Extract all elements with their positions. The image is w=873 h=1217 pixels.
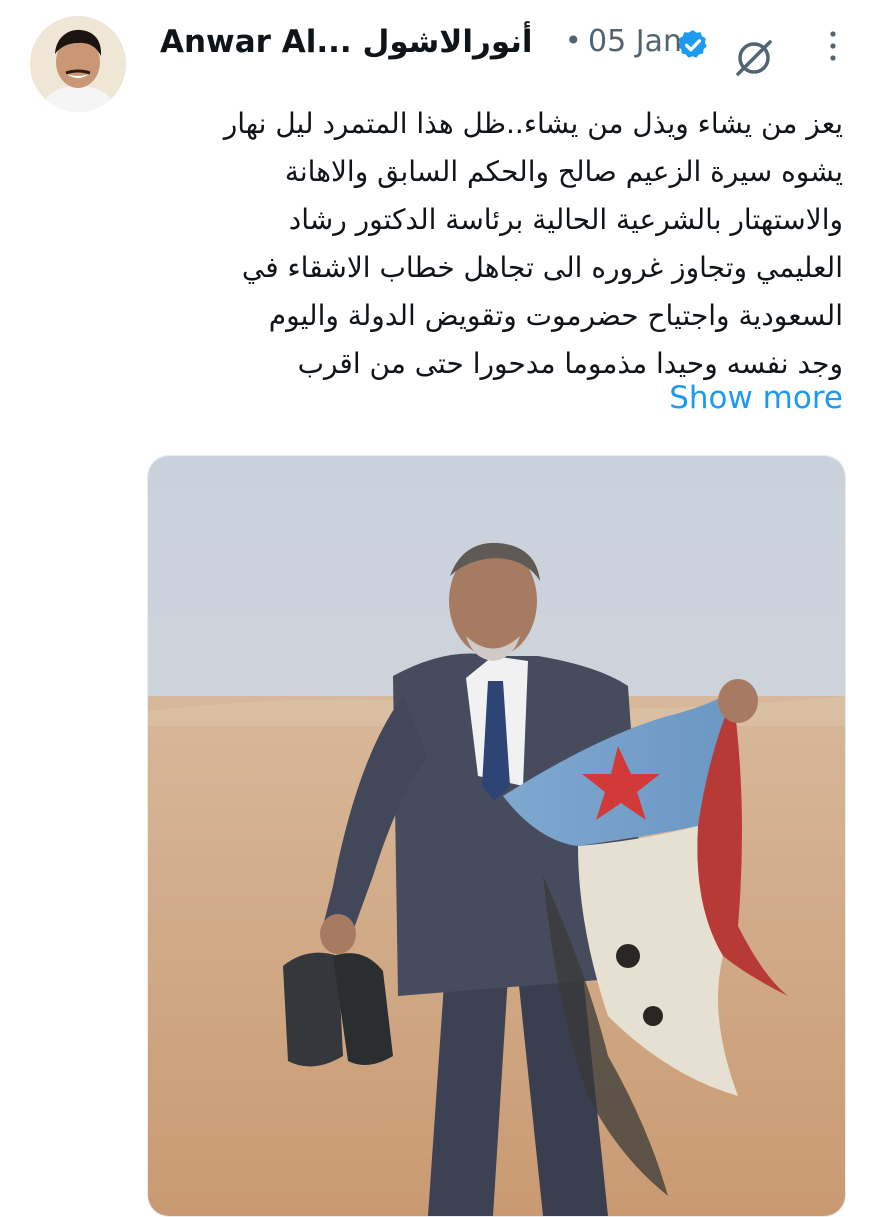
author-avatar[interactable]: [30, 16, 126, 112]
tweet-text: يعز من يشاء ويذل من يشاء..ظل هذا المتمرد…: [150, 100, 843, 388]
photo-illustration: [148, 456, 845, 1216]
grok-icon[interactable]: [732, 36, 776, 80]
tweet-text-line: يعز من يشاء ويذل من يشاء..ظل هذا المتمرد…: [223, 107, 843, 140]
avatar-image: [30, 16, 126, 112]
more-options-icon[interactable]: [825, 26, 841, 66]
header-separator: •: [565, 24, 582, 57]
tweet-text-line: العليمي وتجاوز غروره الى تجاهل خطاب الاش…: [241, 251, 843, 284]
author-display-name[interactable]: Anwar Al... أنورالاشول: [160, 24, 533, 60]
tweet-date[interactable]: 05 Jan: [588, 24, 682, 59]
tweet-text-line: يشوه سيرة الزعيم صالح والحكم السابق والا…: [284, 155, 843, 188]
tweet-text-line: السعودية واجتياح حضرموت وتقويض الدولة وا…: [268, 299, 843, 332]
show-more-link[interactable]: Show more: [669, 380, 843, 416]
tweet-text-line: والاستهتار بالشرعية الحالية برئاسة الدكت…: [288, 203, 843, 236]
tweet-media-photo[interactable]: [147, 455, 846, 1217]
tweet-header: Anwar Al... أنورالاشول • 05 Jan: [160, 14, 836, 76]
